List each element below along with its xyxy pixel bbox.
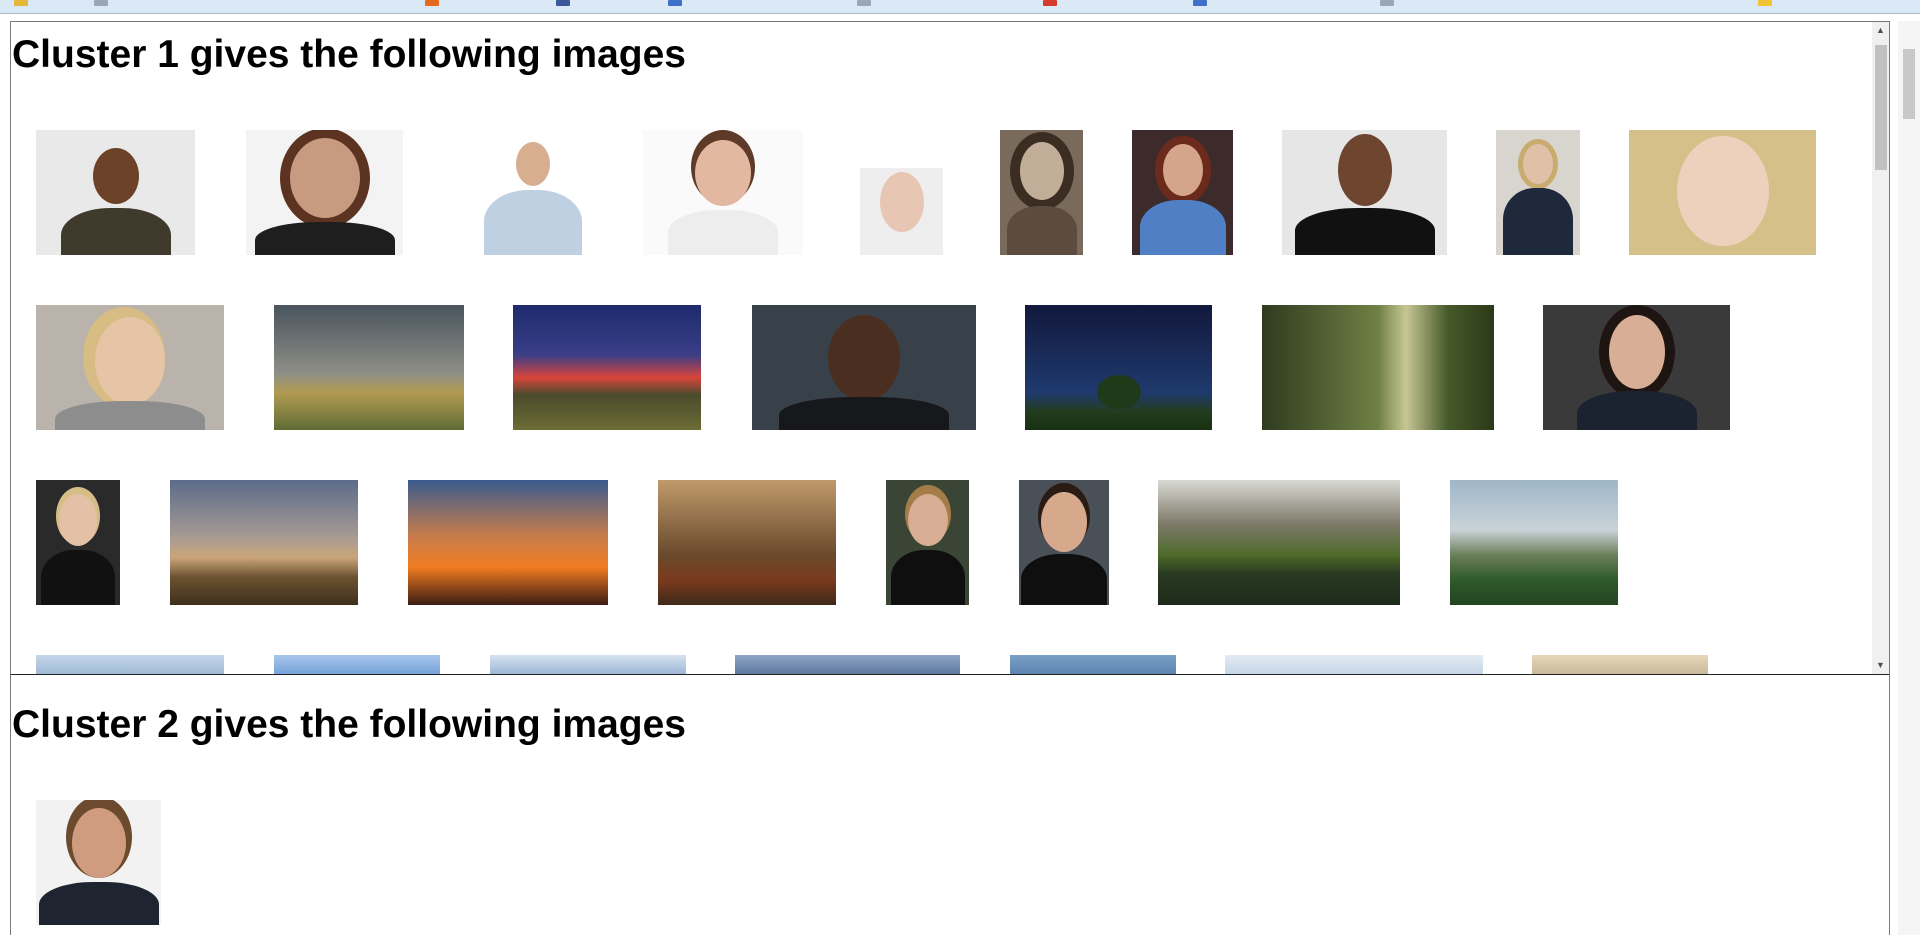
portrait-image[interactable]: [643, 130, 803, 255]
portrait-image[interactable]: [860, 168, 943, 255]
bookmark-icon[interactable]: [1380, 0, 1394, 6]
scroll-down-icon[interactable]: ▼: [1872, 657, 1889, 674]
landscape-image[interactable]: [408, 480, 608, 605]
browser-bookmarks-bar: [0, 0, 1920, 14]
page-scrollbar[interactable]: [1898, 21, 1920, 935]
bookmark-icon[interactable]: [1193, 0, 1207, 6]
folder-icon[interactable]: [1758, 0, 1772, 6]
facebook-icon[interactable]: [556, 0, 570, 6]
landscape-image[interactable]: [1010, 655, 1176, 674]
landscape-image[interactable]: [274, 655, 440, 674]
landscape-image[interactable]: [1158, 480, 1400, 605]
landscape-image[interactable]: [735, 655, 960, 674]
portrait-image[interactable]: [1000, 130, 1083, 255]
page-scrollbar-thumb[interactable]: [1903, 49, 1915, 119]
landscape-image[interactable]: [513, 305, 701, 430]
portrait-image[interactable]: [36, 305, 224, 430]
bookmark-icon[interactable]: [425, 0, 439, 6]
portrait-image[interactable]: [1019, 480, 1109, 605]
bookmark-icon[interactable]: [94, 0, 108, 6]
apps-icon[interactable]: [14, 0, 28, 6]
bookmark-icon[interactable]: [1043, 0, 1057, 6]
portrait-image[interactable]: [886, 480, 969, 605]
portrait-image[interactable]: [36, 480, 120, 605]
cluster-2-title: Cluster 2 gives the following images: [12, 703, 686, 746]
landscape-image[interactable]: [1450, 480, 1618, 605]
landscape-image[interactable]: [658, 480, 836, 605]
portrait-image[interactable]: [1132, 130, 1233, 255]
landscape-image[interactable]: [274, 305, 464, 430]
landscape-image[interactable]: [170, 480, 358, 605]
portrait-image[interactable]: [1496, 130, 1580, 255]
landscape-image[interactable]: [490, 655, 686, 674]
portrait-image[interactable]: [36, 800, 161, 925]
landscape-image[interactable]: [36, 655, 224, 674]
bookmark-icon[interactable]: [857, 0, 871, 6]
landscape-image[interactable]: [1262, 305, 1494, 430]
portrait-image[interactable]: [36, 130, 195, 255]
portrait-image[interactable]: [1629, 130, 1816, 255]
cluster-1-scrollbar[interactable]: ▲ ▼: [1872, 22, 1889, 674]
landscape-image[interactable]: [1532, 655, 1708, 674]
portrait-image[interactable]: [483, 130, 583, 255]
cluster-2-frame[interactable]: Cluster 2 gives the following images: [10, 675, 1890, 935]
cluster-1-title: Cluster 1 gives the following images: [12, 33, 686, 76]
scroll-up-icon[interactable]: ▲: [1872, 22, 1889, 39]
portrait-image[interactable]: [752, 305, 976, 430]
scrollbar-thumb[interactable]: [1875, 45, 1887, 170]
portrait-image[interactable]: [1282, 130, 1447, 255]
bookmark-icon[interactable]: [668, 0, 682, 6]
cluster-1-frame[interactable]: Cluster 1 gives the following images ▲ ▼: [10, 21, 1890, 676]
portrait-image[interactable]: [1543, 305, 1730, 430]
landscape-image[interactable]: [1025, 305, 1212, 430]
portrait-image[interactable]: [246, 130, 403, 255]
landscape-image[interactable]: [1225, 655, 1483, 674]
